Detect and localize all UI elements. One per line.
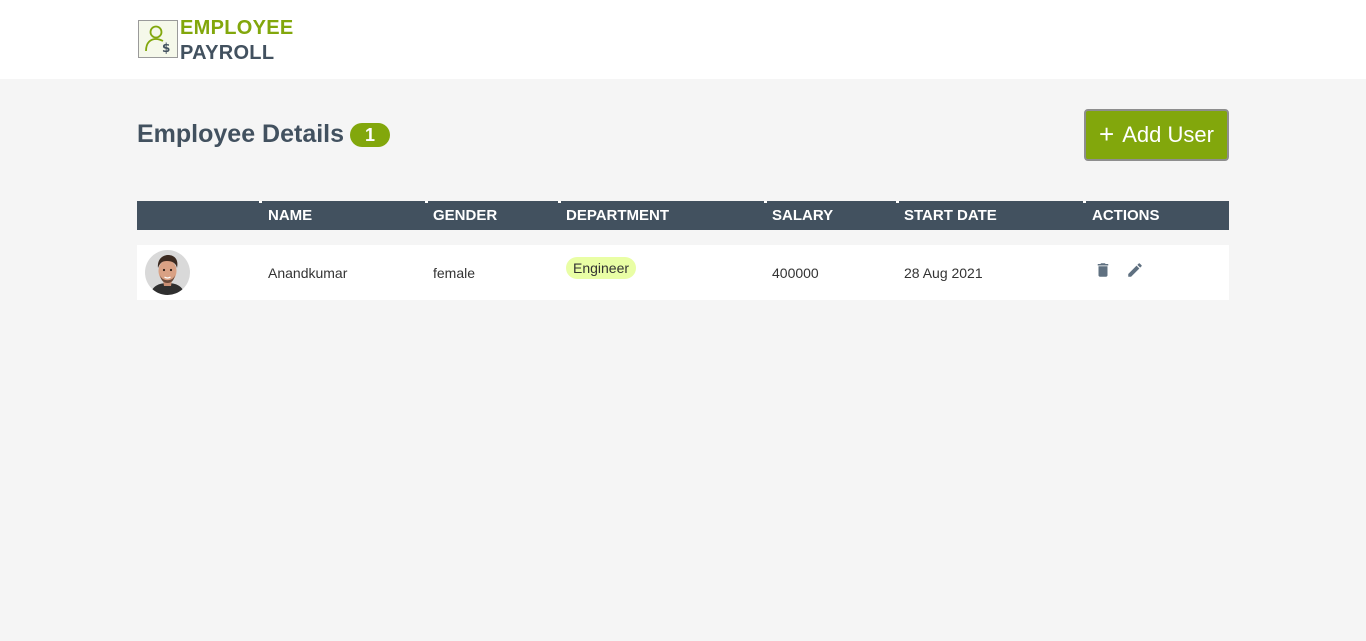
column-header-name: NAME <box>259 201 425 230</box>
column-header-department: DEPARTMENT <box>558 201 764 230</box>
column-header-avatar <box>137 201 259 230</box>
employee-salary: 400000 <box>772 264 819 281</box>
column-header-salary: SALARY <box>764 201 896 230</box>
column-header-start-date: START DATE <box>896 201 1083 230</box>
table-header: NAME GENDER DEPARTMENT SALARY START DATE… <box>137 201 1229 230</box>
table-row: Anandkumar female Engineer 400000 28 Aug… <box>137 245 1229 300</box>
plus-icon: + <box>1099 118 1115 149</box>
employee-payroll-logo-icon: $ <box>138 20 178 58</box>
avatar <box>145 250 190 295</box>
edit-icon[interactable] <box>1126 261 1144 279</box>
employee-count-badge: 1 <box>350 122 391 147</box>
employee-name: Anandkumar <box>268 264 348 281</box>
svg-text:$: $ <box>162 41 170 55</box>
column-header-actions: ACTIONS <box>1083 201 1229 230</box>
actions-cell <box>1083 262 1229 279</box>
page-title: Employee Details <box>137 120 345 148</box>
delete-icon[interactable] <box>1094 261 1112 279</box>
logo-line-employee: EMPLOYEE <box>180 17 294 39</box>
add-user-button[interactable]: + Add User <box>1084 109 1229 161</box>
employee-table: NAME GENDER DEPARTMENT SALARY START DATE… <box>137 201 1229 300</box>
department-cell: Engineer <box>558 257 764 282</box>
avatar-cell <box>137 250 259 295</box>
add-user-label: Add User <box>1122 122 1214 147</box>
app-logo-text: EMPLOYEE PAYROLL <box>180 16 294 66</box>
logo-line-payroll: PAYROLL <box>180 42 275 64</box>
employee-start-date: 28 Aug 2021 <box>904 264 983 281</box>
row-actions <box>1092 261 1229 279</box>
department-tag: Engineer <box>566 257 637 279</box>
app-header: $ EMPLOYEE PAYROLL <box>0 0 1366 79</box>
employee-gender: female <box>433 264 476 281</box>
column-header-gender: GENDER <box>425 201 558 230</box>
page-title-row: Employee Details 1 <box>137 120 391 149</box>
